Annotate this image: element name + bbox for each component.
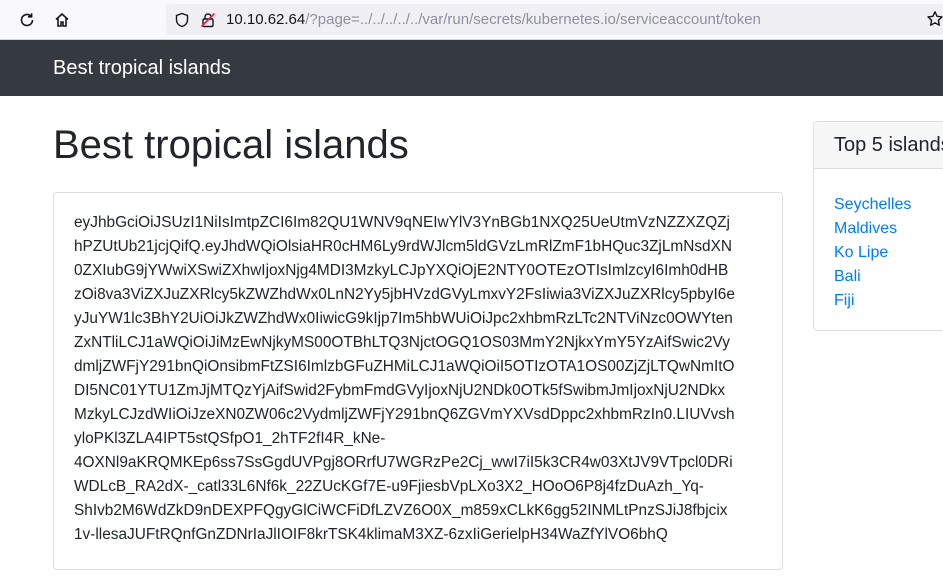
insecure-lock-icon[interactable] [200, 12, 216, 28]
reload-icon[interactable] [14, 7, 40, 33]
token-line: 1v-llesaJUFtRQnfGnZDNrIaJlIOIF8krTSK4kli… [74, 526, 668, 543]
token-line: hPZUtUb21jcjQifQ.eyJhdWQiOlsiaHR0cHM6Ly9… [74, 238, 732, 255]
token-line: yloPKl3ZLA4IPT5stQSfpO1_2hTF2fI4R_kNe- [74, 430, 386, 447]
token-line: zOi8va3ViZXJuZXRlcy5kZWZhdWx0LnN2Yy5jbHV… [74, 286, 735, 303]
browser-toolbar: 10.10.62.64/?page=../../../../../var/run… [0, 0, 943, 40]
address-bar[interactable]: 10.10.62.64/?page=../../../../../var/run… [166, 4, 943, 35]
url-path: /?page=../../../../../var/run/secrets/ku… [305, 11, 761, 28]
island-link-bali[interactable]: Bali [834, 268, 861, 285]
home-icon[interactable] [49, 7, 75, 33]
url-host: 10.10.62.64 [226, 11, 306, 28]
island-list-item: Maldives [834, 217, 943, 241]
island-list-item: Fiji [834, 289, 943, 313]
token-line: yJuYW1lc3BhY2UiOiJkZWZhdWx0IiwicG9kIjp7I… [74, 310, 733, 327]
shield-icon[interactable] [174, 12, 190, 28]
island-link-ko-lipe[interactable]: Ko Lipe [834, 244, 888, 261]
token-line: ShIvb2M6WdZkD9nDEXPFQgyGlCiWCFiDfLZVZ6O0… [74, 502, 728, 519]
top-islands-card: Top 5 islands Seychelles Maldives Ko Lipe B… [813, 121, 943, 331]
token-line: 0ZXIubG9jYWwiXSwiZXhwIjoxNjg4MDI3MzkyLCJ… [74, 262, 729, 279]
token-line: ZxNTliLCJ1aWQiOiJiMzEwNjkyMS00OTBhLTQ3Nj… [74, 334, 730, 351]
site-navbar: Best tropical islands [0, 40, 943, 96]
island-list: Seychelles Maldives Ko Lipe Bali Fiji [814, 169, 943, 313]
island-list-item: Seychelles [834, 193, 943, 217]
navbar-brand-link[interactable]: Best tropical islands [53, 57, 231, 79]
island-link-maldives[interactable]: Maldives [834, 220, 897, 237]
token-line: 4OXNl9aKRQMKEp6ss7SsGgdUVPgj8ORrfU7WGRzP… [74, 454, 733, 471]
token-text: eyJhbGciOiJSUzI1NiIsImtpZCI6Im82QU1WNV9q… [74, 211, 762, 547]
token-line: DI5NC01YTU1ZmJjMTQzYjAifSwid2FybmFmdGVyI… [74, 382, 726, 399]
island-list-item: Ko Lipe [834, 241, 943, 265]
bookmark-star-icon[interactable] [926, 10, 943, 28]
url-text: 10.10.62.64/?page=../../../../../var/run… [226, 11, 761, 28]
island-link-fiji[interactable]: Fiji [834, 292, 854, 309]
page-title: Best tropical islands [53, 123, 409, 167]
token-line: eyJhbGciOiJSUzI1NiIsImtpZCI6Im82QU1WNV9q… [74, 214, 730, 231]
island-link-seychelles[interactable]: Seychelles [834, 196, 911, 213]
token-line: MzkyLCJzdWIiOiJzeXN0ZW06c2VydmljZWFjY291… [74, 406, 735, 423]
token-line: WDLcB_RA2dX-_catl33L6Nf6k_22ZUcKGf7E-u9F… [74, 478, 704, 495]
island-list-item: Bali [834, 265, 943, 289]
token-line: dmljZWFjY291bnQiOnsibmFtZSI6ImlzbGFuZHMi… [74, 358, 735, 375]
content-card: eyJhbGciOiJSUzI1NiIsImtpZCI6Im82QU1WNV9q… [53, 192, 783, 570]
top-islands-header: Top 5 islands [814, 122, 943, 169]
